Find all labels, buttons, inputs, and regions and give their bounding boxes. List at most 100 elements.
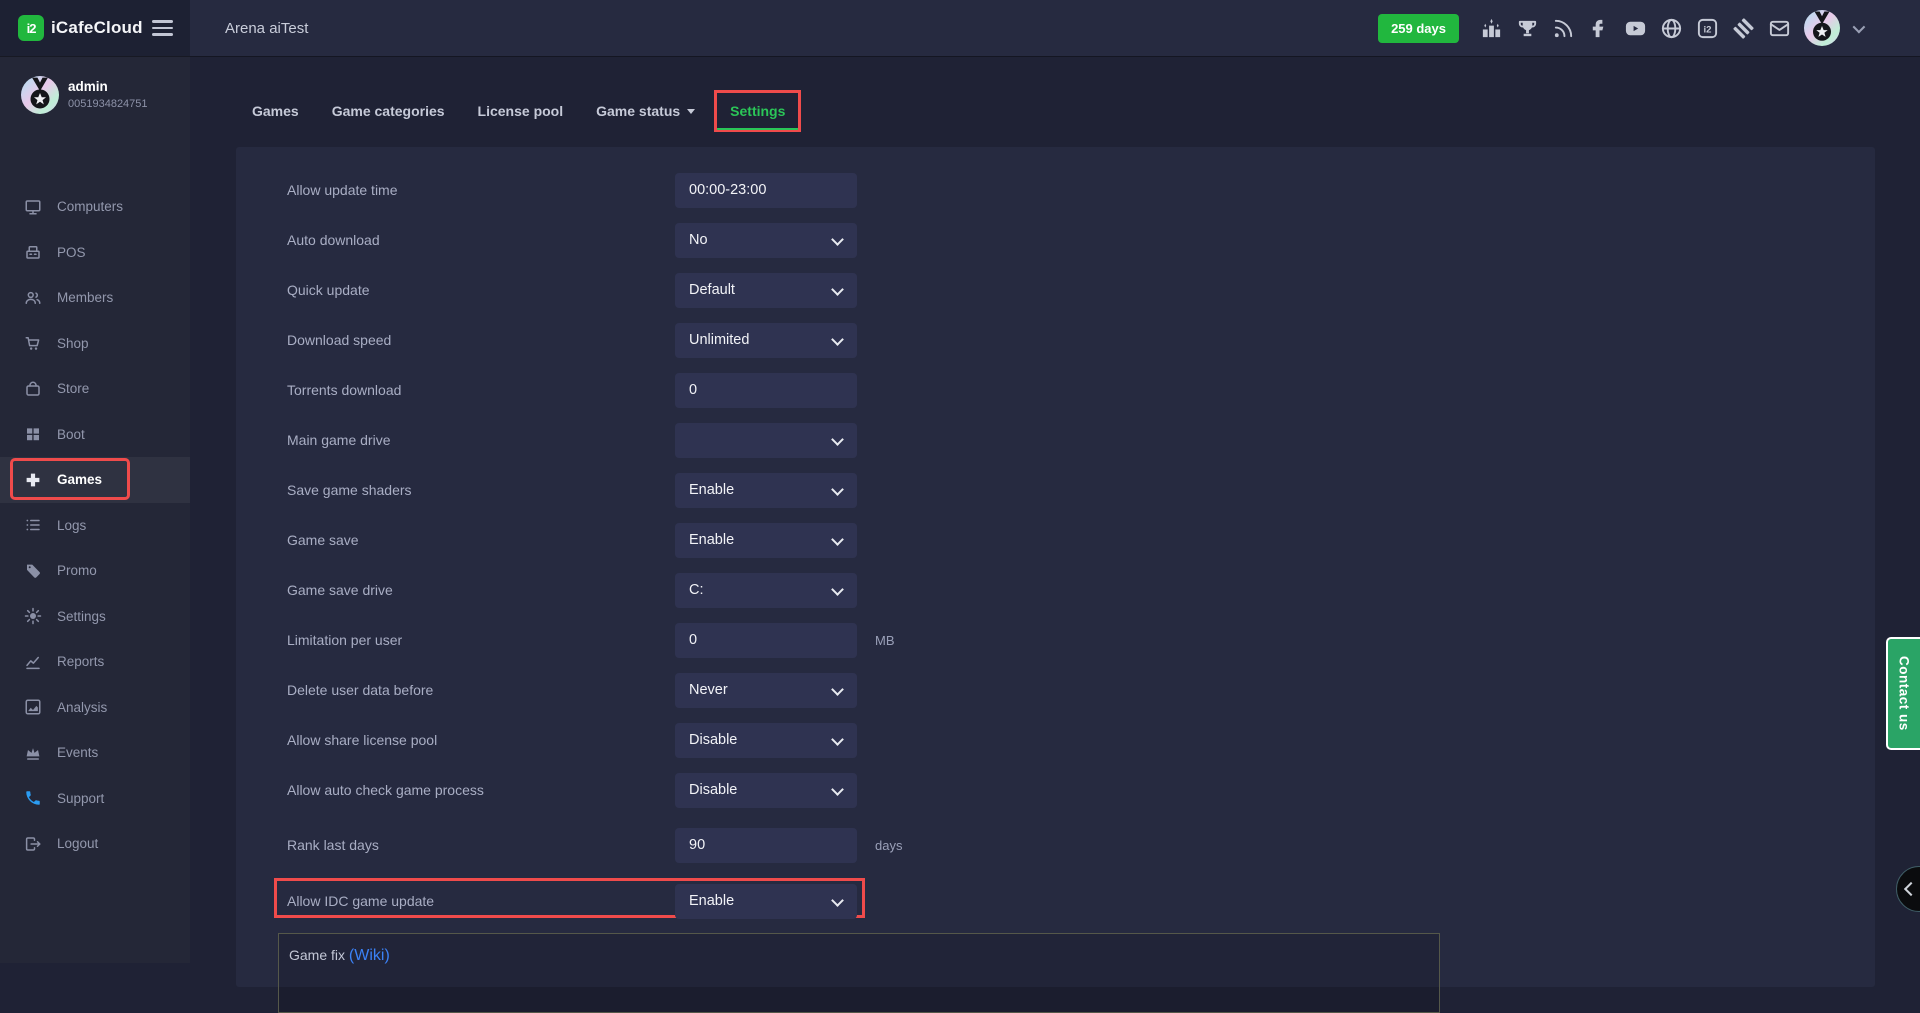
sidebar-item-boot[interactable]: Boot: [0, 412, 190, 458]
sidebar-item-settings[interactable]: Settings: [0, 594, 190, 640]
field-label: Save game shaders: [287, 473, 412, 508]
game-fix-wiki-link[interactable]: (Wiki): [349, 947, 390, 964]
field-label: Game save drive: [287, 573, 393, 608]
sidebar-item-games[interactable]: Games: [0, 457, 190, 503]
field-label: Torrents download: [287, 373, 401, 408]
sidebar-item-shop[interactable]: Shop: [0, 321, 190, 367]
caret-down-icon: [687, 109, 695, 114]
form-row: Limitation per user 0 MB: [287, 623, 899, 658]
form-row: Download speed Unlimited: [287, 323, 899, 358]
field-suffix: MB: [875, 623, 895, 658]
limitation-per-user-input[interactable]: 0: [675, 623, 857, 658]
youtube-icon[interactable]: [1624, 17, 1647, 40]
sidebar-user-block: admin 0051934824751: [0, 56, 190, 128]
user-id: 0051934824751: [68, 98, 148, 110]
contact-us-button[interactable]: Contact us: [1886, 637, 1920, 750]
hamburger-menu-icon[interactable]: [152, 20, 173, 40]
game-save-drive-select[interactable]: C:: [675, 573, 857, 608]
logout-icon: [24, 835, 42, 853]
user-name: admin: [68, 79, 148, 94]
sidebar-item-support[interactable]: Support: [0, 776, 190, 822]
field-label: Rank last days: [287, 828, 379, 863]
sidebar-item-promo[interactable]: Promo: [0, 548, 190, 594]
support-icon: [24, 789, 42, 807]
sidebar-menu: Computers POS Members Shop Store Boot Ga…: [0, 184, 190, 867]
games-icon: [24, 471, 42, 489]
shop-icon: [24, 334, 42, 352]
game-save-select[interactable]: Enable: [675, 523, 857, 558]
diamond-stripes-icon[interactable]: [1732, 17, 1755, 40]
field-label: Main game drive: [287, 423, 391, 458]
page-title: Arena aiTest: [225, 20, 308, 37]
form-row: Allow share license pool Disable: [287, 723, 899, 758]
delete-user-data-before-select[interactable]: Never: [675, 673, 857, 708]
field-label: Game save: [287, 523, 359, 558]
main-content: Games Game categories License pool Game …: [190, 56, 1920, 963]
save-game-shaders-select[interactable]: Enable: [675, 473, 857, 508]
user-avatar[interactable]: [1804, 10, 1840, 46]
trophy-icon[interactable]: [1516, 17, 1539, 40]
form-row: Game save drive C:: [287, 573, 899, 608]
logs-icon: [24, 516, 42, 534]
icafecloud-mini-icon[interactable]: i2: [1696, 17, 1719, 40]
allow-idc-game-update-select[interactable]: Enable: [675, 884, 857, 919]
field-label: Allow auto check game process: [287, 773, 484, 808]
chevron-left-icon: [1904, 882, 1918, 896]
field-label: Auto download: [287, 223, 380, 258]
svg-text:i2: i2: [1704, 24, 1712, 35]
form-row: Delete user data before Never: [287, 673, 899, 708]
form-row: Save game shaders Enable: [287, 473, 899, 508]
form-row: Allow IDC game update Enable: [274, 878, 865, 918]
form-row: Allow update time 00:00-23:00: [287, 173, 899, 208]
sidebar-item-pos[interactable]: POS: [0, 230, 190, 276]
events-icon: [24, 744, 42, 762]
field-label: Quick update: [287, 273, 370, 308]
field-label: Allow share license pool: [287, 723, 437, 758]
field-label: Allow update time: [287, 173, 398, 208]
main-game-drive-select[interactable]: [675, 423, 857, 458]
quick-update-select[interactable]: Default: [675, 273, 857, 308]
rss-icon[interactable]: [1552, 17, 1575, 40]
field-label: Delete user data before: [287, 673, 433, 708]
top-bar: i2 iCafeCloud Arena aiTest 259 days i2: [0, 0, 1920, 56]
tab-settings[interactable]: Settings: [714, 90, 801, 132]
sidebar-user-avatar[interactable]: [21, 76, 59, 114]
tab-game-status[interactable]: Game status: [596, 92, 695, 130]
torrents-download-input[interactable]: 0: [675, 373, 857, 408]
form-row: Game save Enable: [287, 523, 899, 558]
sidebar-item-logs[interactable]: Logs: [0, 503, 190, 549]
ranking-podium-icon[interactable]: [1480, 17, 1503, 40]
avatar-caret-down-icon[interactable]: [1853, 20, 1866, 33]
sidebar-item-analysis[interactable]: Analysis: [0, 685, 190, 731]
members-icon: [24, 289, 42, 307]
topbar-right-cluster: 259 days i2: [1378, 0, 1862, 56]
settings-card: Allow update time 00:00-23:00 Auto downl…: [236, 147, 1875, 987]
rank-last-days-input[interactable]: 90: [675, 828, 857, 863]
sidebar-item-computers[interactable]: Computers: [0, 184, 190, 230]
sidebar-item-members[interactable]: Members: [0, 275, 190, 321]
form-row: Allow auto check game process Disable: [287, 773, 899, 808]
reports-icon: [24, 653, 42, 671]
allow-share-license-pool-select[interactable]: Disable: [675, 723, 857, 758]
tab-game-categories[interactable]: Game categories: [332, 92, 445, 130]
auto-download-select[interactable]: No: [675, 223, 857, 258]
sidebar-item-reports[interactable]: Reports: [0, 639, 190, 685]
icafecloud-logo-icon: i2: [18, 15, 44, 41]
pos-icon: [24, 243, 42, 261]
promo-icon: [24, 562, 42, 580]
game-fix-section: Game fix (Wiki): [278, 933, 1440, 1013]
sidebar: admin 0051934824751 Computers POS Member…: [0, 56, 190, 963]
tab-games[interactable]: Games: [252, 92, 299, 130]
license-days-badge[interactable]: 259 days: [1378, 14, 1459, 43]
sidebar-item-logout[interactable]: Logout: [0, 821, 190, 867]
facebook-icon[interactable]: [1588, 17, 1611, 40]
allow-auto-check-game-process-select[interactable]: Disable: [675, 773, 857, 808]
sidebar-item-store[interactable]: Store: [0, 366, 190, 412]
download-speed-select[interactable]: Unlimited: [675, 323, 857, 358]
allow-update-time-input[interactable]: 00:00-23:00: [675, 173, 857, 208]
form-row: Main game drive: [287, 423, 899, 458]
mail-icon[interactable]: [1768, 17, 1791, 40]
sidebar-item-events[interactable]: Events: [0, 730, 190, 776]
tab-license-pool[interactable]: License pool: [478, 92, 564, 130]
globe-icon[interactable]: [1660, 17, 1683, 40]
